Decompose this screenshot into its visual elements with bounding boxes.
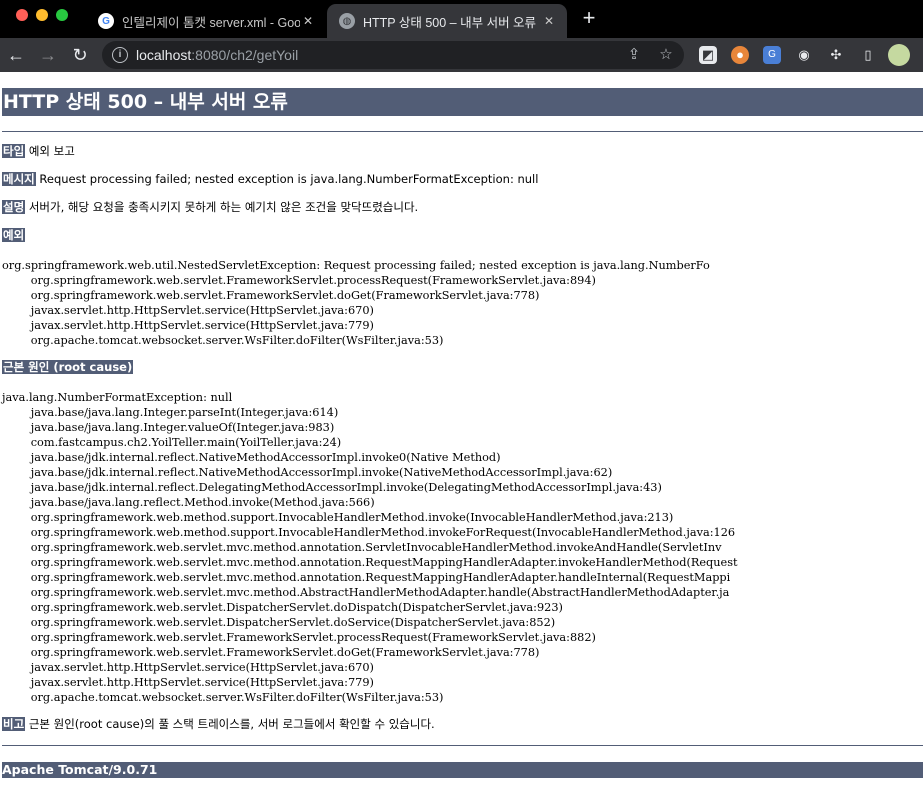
trace-line: java.base/java.lang.Integer.valueOf(Inte… xyxy=(2,421,335,434)
root-cause-label: 근본 원인 (root cause) xyxy=(2,360,134,374)
trace-line: org.apache.tomcat.websocket.server.WsFil… xyxy=(2,691,444,704)
exception-stack-trace: org.springframework.web.util.NestedServl… xyxy=(2,258,710,348)
close-icon[interactable]: ✕ xyxy=(541,13,557,29)
minimize-window-button[interactable] xyxy=(36,9,48,21)
trace-line: com.fastcampus.ch2.YoilTeller.main(YoilT… xyxy=(2,436,342,449)
close-icon[interactable]: ✕ xyxy=(300,13,316,29)
type-row: 타입 예외 보고 xyxy=(2,144,75,159)
browser-toolbar: ← → ↻ i localhost:8080/ch2/getYoil ⇪ ☆ ◩… xyxy=(0,38,923,72)
exception-label: 예외 xyxy=(2,228,26,242)
description-value: 서버가, 해당 요청을 충족시키지 못하게 하는 예기치 않은 조건을 맞닥뜨렸… xyxy=(28,200,419,214)
description-label: 설명 xyxy=(2,200,26,214)
trace-line: org.springframework.web.servlet.mvc.meth… xyxy=(2,541,722,554)
tab-error-page[interactable]: ◍ HTTP 상태 500 – 내부 서버 오류 ✕ xyxy=(327,4,567,38)
trace-line: java.base/java.lang.reflect.Method.invok… xyxy=(2,496,375,509)
exception-row: 예외 xyxy=(2,228,26,243)
trace-line: org.springframework.web.servlet.Dispatch… xyxy=(2,616,556,629)
bookmark-star-icon[interactable]: ☆ xyxy=(657,46,675,64)
description-row: 설명 서버가, 해당 요청을 충족시키지 못하게 하는 예기치 않은 조건을 맞… xyxy=(2,200,418,215)
back-arrow-icon[interactable]: ← xyxy=(4,43,28,67)
trace-line: java.base/jdk.internal.reflect.Delegatin… xyxy=(2,481,662,494)
trace-line: java.base/jdk.internal.reflect.NativeMet… xyxy=(2,466,613,479)
note-label: 비고 xyxy=(2,717,26,731)
trace-line: org.apache.tomcat.websocket.server.WsFil… xyxy=(2,334,444,347)
globe-icon: ◍ xyxy=(339,13,355,29)
trace-line: org.springframework.web.servlet.mvc.meth… xyxy=(2,571,731,584)
reload-icon[interactable]: ↻ xyxy=(68,43,92,67)
bottom-divider xyxy=(2,745,923,746)
tab-google-search[interactable]: G 인텔리제이 톰캣 server.xml - Goo ✕ xyxy=(86,4,326,38)
type-value: 예외 보고 xyxy=(28,144,75,158)
camera-icon[interactable]: ◉ xyxy=(795,46,813,64)
tab-title: 인텔리제이 톰캣 server.xml - Goo xyxy=(122,15,300,30)
trace-line: org.springframework.web.method.support.I… xyxy=(2,526,736,539)
extension-color-icon[interactable]: ● xyxy=(731,46,749,64)
tab-title: HTTP 상태 500 – 내부 서버 오류 xyxy=(363,15,537,30)
page-title: HTTP 상태 500 – 내부 서버 오류 xyxy=(2,88,923,116)
server-footer: Apache Tomcat/9.0.71 xyxy=(2,762,923,778)
message-value: Request processing failed; nested except… xyxy=(39,172,539,186)
forward-arrow-icon[interactable]: → xyxy=(36,43,60,67)
address-bar[interactable]: i localhost:8080/ch2/getYoil ⇪ ☆ xyxy=(102,41,684,69)
trace-line: org.springframework.web.util.NestedServl… xyxy=(2,259,710,272)
message-label: 메시지 xyxy=(2,172,36,186)
trace-line: java.base/java.lang.Integer.parseInt(Int… xyxy=(2,406,339,419)
type-label: 타입 xyxy=(2,144,26,158)
trace-line: org.springframework.web.method.support.I… xyxy=(2,511,674,524)
trace-line: org.springframework.web.servlet.mvc.meth… xyxy=(2,556,738,569)
trace-line: javax.servlet.http.HttpServlet.service(H… xyxy=(2,676,374,689)
root-cause-row: 근본 원인 (root cause) xyxy=(2,360,134,375)
trace-line: org.springframework.web.servlet.Framewor… xyxy=(2,646,540,659)
info-icon[interactable]: i xyxy=(112,47,128,63)
tab-strip: G 인텔리제이 톰캣 server.xml - Goo ✕ ◍ HTTP 상태 … xyxy=(0,0,923,38)
profile-avatar[interactable] xyxy=(888,44,910,66)
message-row: 메시지 Request processing failed; nested ex… xyxy=(2,172,538,187)
google-icon: G xyxy=(98,13,114,29)
new-tab-button[interactable]: + xyxy=(578,7,600,29)
trace-line: org.springframework.web.servlet.mvc.meth… xyxy=(2,586,730,599)
maximize-window-button[interactable] xyxy=(56,9,68,21)
top-divider xyxy=(2,131,923,132)
trace-line: org.springframework.web.servlet.Framewor… xyxy=(2,274,596,287)
root-cause-stack-trace: java.lang.NumberFormatException: null ja… xyxy=(2,390,738,705)
trace-line: org.springframework.web.servlet.Framewor… xyxy=(2,631,596,644)
share-icon[interactable]: ⇪ xyxy=(625,46,643,64)
trace-line: javax.servlet.http.HttpServlet.service(H… xyxy=(2,319,374,332)
page-content: HTTP 상태 500 – 내부 서버 오류 타입 예외 보고 메시지 Requ… xyxy=(0,72,923,796)
url-text[interactable]: localhost:8080/ch2/getYoil xyxy=(136,47,298,63)
note-value: 근본 원인(root cause)의 풀 스택 트레이스를, 서버 로그들에서 … xyxy=(28,717,435,731)
trace-line: java.lang.NumberFormatException: null xyxy=(2,391,233,404)
extension-notes-icon[interactable]: ◩ xyxy=(699,46,717,64)
trace-line: javax.servlet.http.HttpServlet.service(H… xyxy=(2,304,374,317)
note-row: 비고 근본 원인(root cause)의 풀 스택 트레이스를, 서버 로그들… xyxy=(2,717,435,732)
trace-line: org.springframework.web.servlet.Dispatch… xyxy=(2,601,563,614)
trace-line: java.base/jdk.internal.reflect.NativeMet… xyxy=(2,451,501,464)
trace-line: javax.servlet.http.HttpServlet.service(H… xyxy=(2,661,374,674)
translate-icon[interactable]: G xyxy=(763,46,781,64)
side-panel-icon[interactable]: ▯ xyxy=(859,46,877,64)
trace-line: org.springframework.web.servlet.Framewor… xyxy=(2,289,540,302)
close-window-button[interactable] xyxy=(16,9,28,21)
extensions-puzzle-icon[interactable]: ✣ xyxy=(827,46,845,64)
